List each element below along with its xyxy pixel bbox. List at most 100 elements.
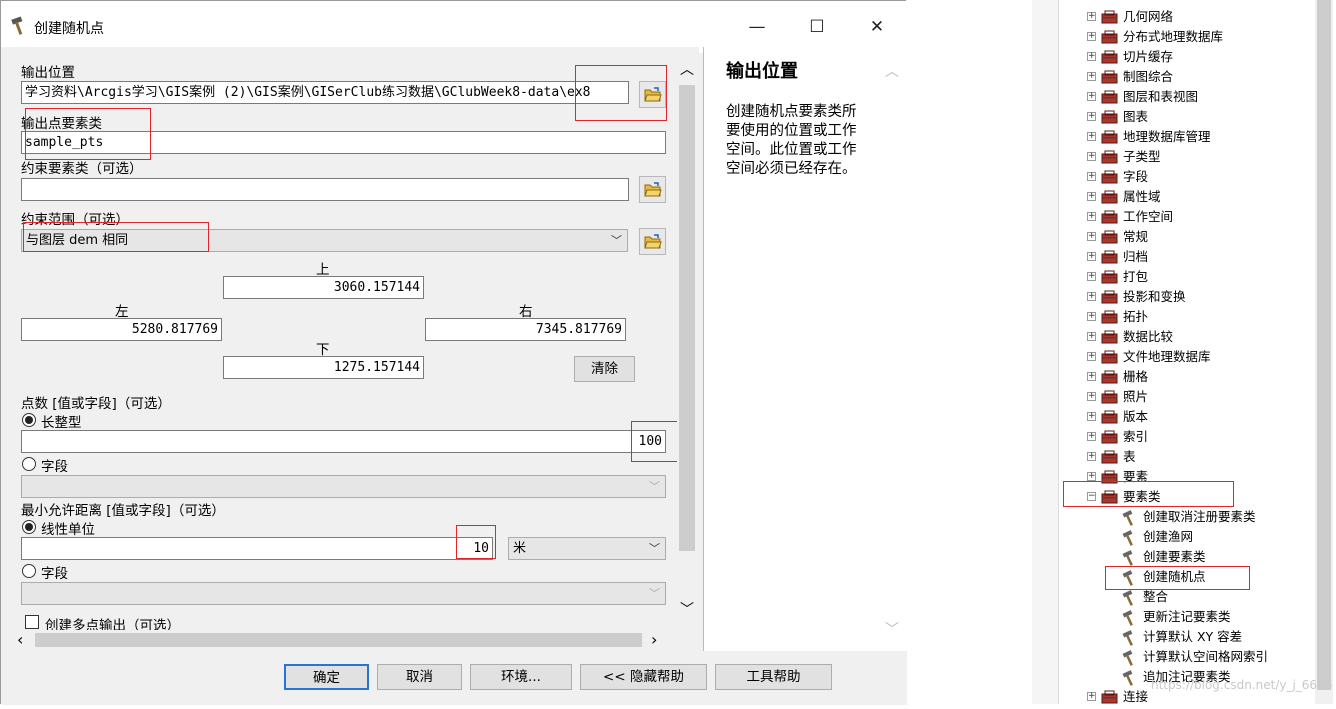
- toolset-icon: [1101, 110, 1119, 124]
- help-scroll-down-icon[interactable]: ﹀: [885, 619, 899, 639]
- expand-icon[interactable]: +: [1087, 352, 1096, 361]
- toolset-label: 拓扑: [1123, 309, 1149, 324]
- long-integer-radio[interactable]: [22, 413, 36, 427]
- toolset-label: 连接: [1123, 689, 1149, 704]
- collapse-icon[interactable]: −: [1087, 492, 1096, 501]
- expand-icon[interactable]: +: [1087, 292, 1096, 301]
- browse-output-location-button[interactable]: [639, 81, 666, 108]
- multipoint-checkbox[interactable]: [25, 615, 39, 629]
- expand-icon[interactable]: +: [1087, 372, 1096, 381]
- toolset-icon: [1101, 430, 1119, 444]
- toolset-label: 文件地理数据库: [1123, 349, 1211, 364]
- hammer-icon: [1121, 590, 1139, 606]
- distance-field-radio[interactable]: [22, 564, 36, 578]
- expand-icon[interactable]: +: [1087, 192, 1096, 201]
- hammer-icon: [1121, 510, 1139, 526]
- output-location-input[interactable]: 学习资料\Arcgis学习\GIS案例 (2)\GIS案例\GISerClub练…: [21, 81, 629, 104]
- expand-icon[interactable]: +: [1087, 392, 1096, 401]
- minimize-button[interactable]: —: [737, 11, 777, 43]
- open-folder-icon: [644, 87, 662, 102]
- distance-unit-select[interactable]: 米 ﹀: [508, 537, 666, 560]
- hide-help-button[interactable]: << 隐藏帮助: [580, 664, 707, 690]
- distance-field-select[interactable]: ﹀: [21, 582, 666, 605]
- chevron-down-icon: ﹀: [649, 480, 660, 493]
- expand-icon[interactable]: +: [1087, 232, 1096, 241]
- expand-icon[interactable]: +: [1087, 252, 1096, 261]
- expand-icon[interactable]: +: [1087, 152, 1096, 161]
- help-title: 输出位置: [726, 61, 798, 82]
- scroll-right-icon[interactable]: ›: [651, 630, 657, 649]
- ok-button[interactable]: 确定: [284, 664, 369, 690]
- expand-icon[interactable]: +: [1087, 312, 1096, 321]
- toolset-icon: [1101, 270, 1119, 284]
- close-button[interactable]: ✕: [857, 11, 897, 43]
- extent-right-input[interactable]: 7345.817769: [425, 318, 626, 341]
- title-bar[interactable]: 创建随机点 — ☐ ✕: [1, 1, 907, 53]
- toolset-icon: [1101, 150, 1119, 164]
- expand-icon[interactable]: +: [1087, 692, 1096, 701]
- tree-vertical-scrollbar[interactable]: [1315, 0, 1333, 704]
- expand-icon[interactable]: +: [1087, 132, 1096, 141]
- environments-button[interactable]: 环境...: [470, 664, 572, 690]
- constraining-extent-select[interactable]: 与图层 dem 相同 ﹀: [21, 229, 628, 252]
- clear-extent-button[interactable]: 清除: [574, 356, 635, 382]
- browse-extent-button[interactable]: [639, 228, 666, 255]
- expand-icon[interactable]: +: [1087, 452, 1096, 461]
- output-feature-class-label: 输出点要素类: [21, 116, 102, 132]
- expand-icon[interactable]: +: [1087, 112, 1096, 121]
- tool-help-button[interactable]: 工具帮助: [715, 664, 832, 690]
- hammer-icon: [1121, 610, 1139, 626]
- expand-icon[interactable]: +: [1087, 212, 1096, 221]
- points-field-select[interactable]: ﹀: [21, 475, 666, 498]
- expand-icon[interactable]: +: [1087, 272, 1096, 281]
- help-scroll-up-icon[interactable]: ︿: [885, 61, 899, 81]
- toolbox-tree: + 几何网络 + 分布式地理数据库 + 切片缓存 + 制图综合 + 图层和表视图 + 图表 + 地理数据库…: [1058, 0, 1336, 704]
- scroll-left-icon[interactable]: ‹: [17, 630, 23, 649]
- output-feature-class-input[interactable]: sample_pts: [21, 131, 666, 154]
- constraining-feature-class-input[interactable]: [21, 178, 629, 201]
- scrollbar-thumb[interactable]: [1317, 0, 1331, 690]
- toolset-label: 投影和变换: [1123, 289, 1186, 304]
- expand-icon[interactable]: +: [1087, 12, 1096, 21]
- toolset-icon: [1101, 250, 1119, 264]
- expand-icon[interactable]: +: [1087, 432, 1096, 441]
- maximize-button[interactable]: ☐: [797, 11, 837, 43]
- toolset-icon: [1101, 30, 1119, 44]
- scrollbar-thumb[interactable]: [679, 85, 695, 551]
- expand-icon[interactable]: +: [1087, 412, 1096, 421]
- form-horizontal-scrollbar[interactable]: ‹ ›: [15, 630, 665, 650]
- tool-label: 创建取消注册要素类: [1143, 509, 1256, 524]
- linear-unit-radio[interactable]: [22, 520, 36, 534]
- extent-bottom-label: 下: [316, 342, 330, 358]
- expand-icon[interactable]: +: [1087, 52, 1096, 61]
- parameters-panel: 输出位置 学习资料\Arcgis学习\GIS案例 (2)\GIS案例\GISer…: [1, 47, 699, 651]
- expand-icon[interactable]: +: [1087, 72, 1096, 81]
- extent-top-input[interactable]: 3060.157144: [223, 276, 424, 299]
- number-of-points-input[interactable]: 100: [21, 430, 666, 453]
- extent-left-input[interactable]: 5280.817769: [21, 318, 222, 341]
- expand-icon[interactable]: +: [1087, 32, 1096, 41]
- scrollbar-thumb[interactable]: [35, 633, 642, 647]
- expand-icon[interactable]: +: [1087, 92, 1096, 101]
- expand-icon[interactable]: +: [1087, 472, 1096, 481]
- toolset-icon: [1101, 490, 1119, 504]
- open-folder-icon: [644, 234, 662, 249]
- scroll-down-icon[interactable]: ﹀: [680, 599, 694, 619]
- extent-bottom-input[interactable]: 1275.157144: [223, 356, 424, 379]
- min-distance-input[interactable]: 10: [21, 537, 493, 560]
- browse-constraining-feature-class-button[interactable]: [639, 176, 666, 203]
- form-vertical-scrollbar[interactable]: ︿ ﹀: [677, 57, 697, 621]
- cancel-button[interactable]: 取消: [377, 664, 462, 690]
- toolset-label: 归档: [1123, 249, 1149, 264]
- watermark-text: https://blog.csdn.net/y_j_6666: [1151, 678, 1333, 692]
- toolset-label: 分布式地理数据库: [1123, 29, 1224, 44]
- toolset-icon: [1101, 50, 1119, 64]
- scroll-up-icon[interactable]: ︿: [680, 59, 694, 79]
- help-text: 创建随机点要素类所要使用的位置或工作空间。此位置或工作空间必须已经存在。: [726, 104, 857, 177]
- button-bar: 确定 取消 环境... << 隐藏帮助 工具帮助: [1, 651, 907, 705]
- expand-icon[interactable]: +: [1087, 172, 1096, 181]
- expand-icon[interactable]: +: [1087, 332, 1096, 341]
- points-field-radio[interactable]: [22, 457, 36, 471]
- toolset-icon: [1101, 350, 1119, 364]
- tool-label: 创建随机点: [1143, 569, 1206, 584]
